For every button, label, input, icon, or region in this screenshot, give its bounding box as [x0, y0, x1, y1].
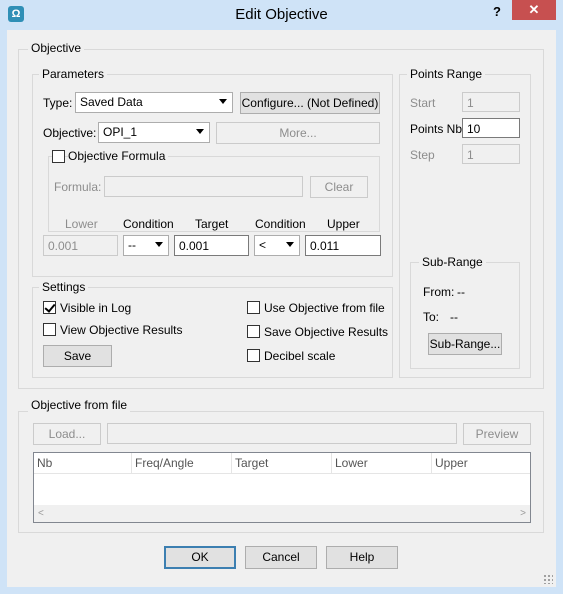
sub-range-group-label: Sub-Range — [419, 255, 486, 269]
step-field-value: 1 — [467, 148, 474, 162]
condition2-header: Condition — [255, 217, 306, 231]
ok-button[interactable]: OK — [164, 546, 236, 569]
step-field[interactable]: 1 — [462, 144, 520, 164]
header-divider — [34, 473, 530, 474]
to-label: To: — [423, 310, 440, 324]
settings-group-label: Settings — [39, 280, 89, 294]
horizontal-scrollbar[interactable]: < > — [34, 505, 530, 522]
chevron-down-icon — [196, 129, 204, 134]
points-nb-field-value: 10 — [467, 122, 481, 136]
to-value: -- — [450, 310, 458, 324]
points-range-group-label: Points Range — [407, 67, 486, 81]
more-button[interactable]: More... — [216, 122, 380, 144]
dialog-window: Ω Edit Objective ? ✕ Objective Parameter… — [0, 0, 563, 594]
type-select-value: Saved Data — [80, 95, 143, 109]
visible-in-log-checkbox[interactable] — [43, 301, 56, 314]
start-field[interactable]: 1 — [462, 92, 520, 112]
dialog-title: Edit Objective — [235, 6, 328, 23]
upper-header: Upper — [327, 217, 360, 231]
load-button[interactable]: Load... — [33, 423, 101, 445]
formula-field[interactable] — [104, 176, 303, 197]
target-field-value: 0.001 — [179, 239, 210, 253]
view-objective-results-label: View Objective Results — [60, 323, 183, 337]
visible-in-log-label: Visible in Log — [60, 301, 132, 315]
formula-label: Formula: — [54, 180, 102, 194]
clear-button[interactable]: Clear — [310, 176, 368, 198]
column-header-upper[interactable]: Upper — [432, 453, 530, 473]
use-objective-from-file-label: Use Objective from file — [264, 301, 385, 315]
help-button[interactable]: Help — [326, 546, 398, 569]
lower-field-value: 0.001 — [48, 239, 79, 253]
objective-formula-label: Objective Formula — [68, 149, 169, 163]
objective-group-label: Objective — [28, 41, 85, 55]
save-objective-results-checkbox[interactable] — [247, 325, 260, 338]
save-button[interactable]: Save — [43, 345, 112, 367]
type-label: Type: — [43, 96, 73, 110]
type-select[interactable]: Saved Data — [75, 92, 233, 113]
points-nb-label: Points Nb — [410, 122, 463, 136]
objective-file-table[interactable]: Nb Freq/Angle Target Lower Upper < > — [33, 452, 531, 523]
dialog-body: Objective Parameters Type: Saved Data Co… — [7, 30, 556, 587]
decibel-scale-checkbox[interactable] — [247, 349, 260, 362]
objective-select-value: OPI_1 — [103, 125, 138, 139]
title-bar: Ω Edit Objective ? ✕ — [0, 0, 563, 30]
scroll-right-icon[interactable]: > — [520, 508, 526, 519]
resize-grip-icon[interactable] — [543, 574, 553, 584]
upper-field[interactable]: 0.011 — [305, 235, 381, 256]
from-label: From: — [423, 285, 455, 299]
target-field[interactable]: 0.001 — [174, 235, 249, 256]
start-label: Start — [410, 96, 436, 110]
condition1-select-value: -- — [128, 238, 136, 252]
chevron-down-icon — [286, 242, 294, 247]
chevron-down-icon — [219, 99, 227, 104]
objective-formula-checkbox[interactable] — [52, 150, 65, 163]
upper-field-value: 0.011 — [310, 239, 340, 253]
cancel-button[interactable]: Cancel — [245, 546, 317, 569]
column-header-target[interactable]: Target — [232, 453, 332, 473]
use-objective-from-file-checkbox[interactable] — [247, 301, 260, 314]
checkmark-icon — [44, 301, 56, 313]
objective-label: Objective: — [43, 126, 97, 140]
condition1-header: Condition — [123, 217, 174, 231]
start-field-value: 1 — [467, 96, 474, 110]
points-nb-field[interactable]: 10 — [462, 118, 520, 138]
objective-select[interactable]: OPI_1 — [98, 122, 210, 143]
chevron-down-icon — [155, 242, 163, 247]
lower-field[interactable]: 0.001 — [43, 235, 118, 256]
target-header: Target — [195, 217, 229, 231]
condition1-select[interactable]: -- — [123, 235, 169, 256]
file-path-field[interactable] — [107, 423, 457, 444]
lower-header: Lower — [65, 217, 98, 231]
save-objective-results-label: Save Objective Results — [264, 325, 389, 339]
view-objective-results-checkbox[interactable] — [43, 323, 56, 336]
configure-button[interactable]: Configure... (Not Defined) — [240, 92, 380, 114]
sub-range-button[interactable]: Sub-Range... — [428, 333, 502, 355]
column-header-lower[interactable]: Lower — [332, 453, 432, 473]
decibel-scale-label: Decibel scale — [264, 349, 336, 363]
step-label: Step — [410, 148, 435, 162]
close-icon[interactable]: ✕ — [512, 0, 556, 20]
condition2-select[interactable]: < — [254, 235, 300, 256]
preview-button[interactable]: Preview — [463, 423, 531, 445]
help-question-icon[interactable]: ? — [488, 3, 506, 21]
column-header-nb[interactable]: Nb — [34, 453, 132, 473]
scroll-left-icon[interactable]: < — [38, 508, 44, 519]
objective-from-file-label: Objective from file — [28, 398, 131, 412]
condition2-select-value: < — [259, 238, 267, 252]
from-value: -- — [457, 285, 465, 299]
column-header-freq-angle[interactable]: Freq/Angle — [132, 453, 232, 473]
parameters-group-label: Parameters — [39, 67, 108, 81]
